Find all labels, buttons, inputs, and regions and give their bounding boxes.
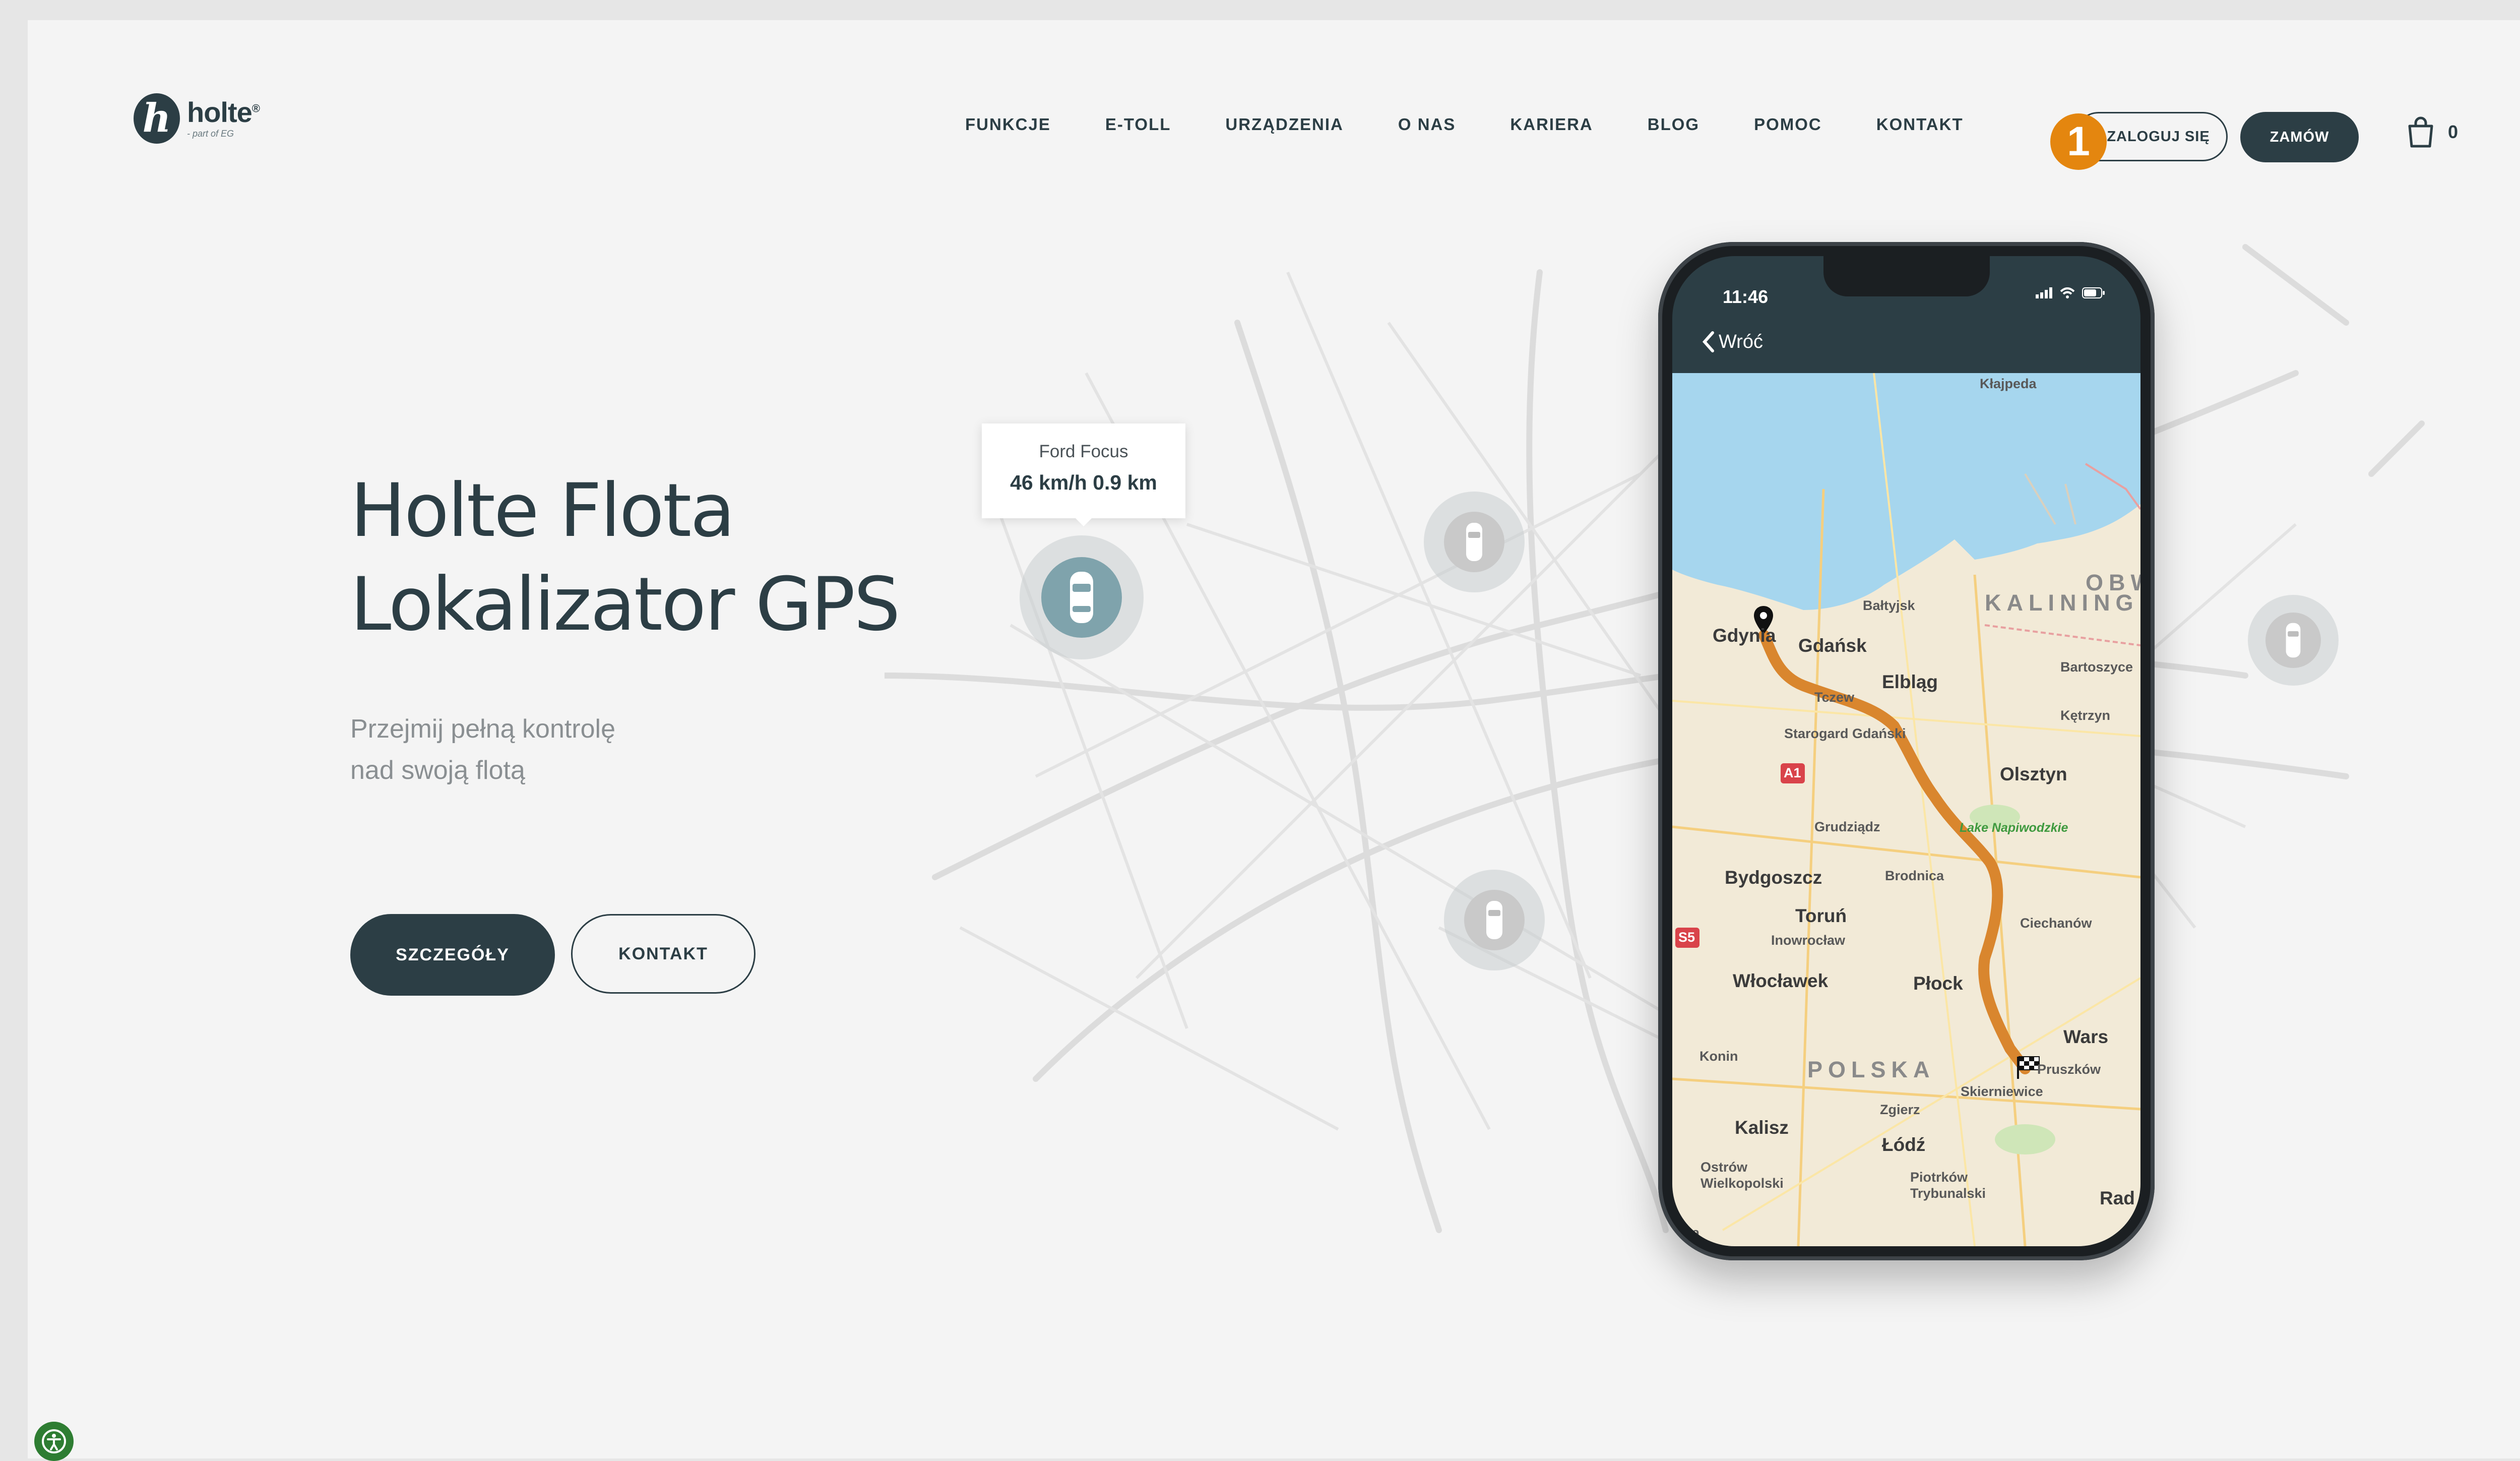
- map-label-brodnica: Brodnica: [1885, 868, 1944, 883]
- hero-title: Holte Flota Lokalizator GPS: [350, 464, 901, 651]
- map-label-s5: S5: [1678, 930, 1695, 945]
- nav-blog[interactable]: BLOG: [1648, 115, 1699, 134]
- map-label-lodz: Łódź: [1882, 1134, 1926, 1155]
- nav-kontakt[interactable]: KONTAKT: [1876, 115, 1964, 134]
- map-label-inowroclaw: Inowrocław: [1771, 933, 1846, 948]
- car-pin[interactable]: [1444, 870, 1545, 970]
- map-label-kalisz: Kalisz: [1735, 1117, 1789, 1138]
- map-label-gdansk: Gdańsk: [1798, 635, 1867, 656]
- tooltip-speed-distance: 46 km/h 0.9 km: [1010, 471, 1157, 494]
- nav-o-nas[interactable]: O NAS: [1398, 115, 1456, 134]
- accessibility-icon: [42, 1429, 66, 1453]
- cart-button[interactable]: 0: [2407, 116, 2458, 148]
- car-icon: [1486, 901, 1502, 939]
- map-label-wloclawek: Włocławek: [1733, 970, 1829, 991]
- details-button[interactable]: SZCZEGÓŁY: [350, 914, 555, 996]
- signal-icon: [2036, 287, 2052, 298]
- page: h holte® - part of EG FUNKCJE E-TOLL URZ…: [28, 20, 2520, 1458]
- map-label-klajpeda: Kłajpeda: [1980, 376, 2037, 391]
- phone-mockup: 11:46 Wróć Kłajpeda OB KALINING Bałtyjsk…: [1658, 242, 2155, 1260]
- nav-funkcje[interactable]: FUNKCJE: [965, 115, 1051, 134]
- map-label-bartoszyce: Bartoszyce: [2060, 659, 2133, 675]
- car-pin[interactable]: [2248, 595, 2339, 686]
- map-label-trybunalski: Trybunalski: [1910, 1186, 1986, 1201]
- holte-logo[interactable]: h holte® - part of EG: [134, 88, 260, 149]
- wifi-icon: [2060, 287, 2075, 298]
- car-icon: [2286, 623, 2301, 658]
- map-label-polska: POLSKA: [1807, 1057, 1935, 1082]
- map-label-wars: Wars: [2063, 1026, 2109, 1047]
- map-label-plock: Płock: [1913, 973, 1963, 994]
- status-time: 11:46: [1723, 286, 1769, 307]
- map-label-lake: Lake Napiwodzkie: [1960, 821, 2068, 835]
- map-label-kalining: KALINING: [1985, 590, 2139, 616]
- phone-notch: [1823, 256, 1990, 296]
- nav-urzadzenia[interactable]: URZĄDZENIA: [1225, 115, 1343, 134]
- hero-subtitle-line-2: nad swoją flotą: [350, 756, 525, 785]
- accessibility-button[interactable]: [34, 1422, 74, 1461]
- contact-button[interactable]: KONTAKT: [571, 914, 755, 994]
- hero-subtitle-line-1: Przejmij pełną kontrolę: [350, 714, 616, 744]
- back-button[interactable]: Wróć: [1702, 331, 1763, 353]
- map-label-starogard: Starogard Gdański: [1784, 726, 1906, 741]
- map-label-konin: Konin: [1699, 1049, 1738, 1064]
- chevron-left-icon: [1702, 331, 1714, 352]
- map-label-grudziadz: Grudziądz: [1814, 819, 1880, 834]
- nav-e-toll[interactable]: E-TOLL: [1105, 115, 1171, 134]
- car-icon: [1070, 572, 1093, 623]
- map-label-rad: Rad: [2100, 1188, 2135, 1208]
- map-label-olsztyn: Olsztyn: [2000, 764, 2067, 784]
- car-icon: [1466, 523, 1482, 561]
- cart-count: 0: [2448, 121, 2459, 142]
- map-label-pruszkow: Pruszków: [2037, 1062, 2101, 1077]
- map-label-wielkopolski: Wielkopolski: [1700, 1176, 1784, 1191]
- map-label-ketrzyn: Kętrzyn: [2060, 708, 2111, 723]
- order-button[interactable]: ZAMÓW: [2240, 112, 2359, 162]
- car-pin-active[interactable]: [1020, 535, 1144, 659]
- nav-kariera[interactable]: KARIERA: [1510, 115, 1593, 134]
- phone-screen: 11:46 Wróć Kłajpeda OB KALINING Bałtyjsk…: [1672, 256, 2140, 1246]
- map-label-piotrkow: Piotrków: [1910, 1170, 1968, 1185]
- tooltip-vehicle-name: Ford Focus: [1039, 442, 1128, 461]
- car-pin[interactable]: [1424, 492, 1525, 592]
- map-label-nica: nica: [1672, 1225, 1700, 1240]
- back-label: Wróć: [1719, 331, 1763, 352]
- main-nav: FUNKCJE E-TOLL URZĄDZENIA O NAS KARIERA …: [965, 115, 2018, 134]
- status-icons: [2036, 287, 2105, 298]
- map-label-a1: A1: [1784, 765, 1801, 780]
- battery-icon: [2082, 287, 2105, 298]
- holte-logo-icon: h: [134, 93, 180, 144]
- map-label-baltyjsk: Bałtyjsk: [1863, 598, 1915, 613]
- logo-word: holte®: [187, 96, 260, 128]
- map-label-zgierz: Zgierz: [1880, 1102, 1920, 1117]
- vehicle-tooltip: Ford Focus 46 km/h 0.9 km: [982, 423, 1185, 526]
- map-label-ciechanow: Ciechanów: [2020, 916, 2092, 931]
- route-map[interactable]: Kłajpeda OBW KALINING Bałtyjsk Gdynia Gd…: [1672, 373, 2140, 1246]
- map-label-elblag: Elbląg: [1882, 672, 1938, 692]
- map-label-skierniewice: Skierniewice: [1961, 1084, 2043, 1099]
- map-label-tczew: Tczew: [1814, 690, 1855, 705]
- hero-title-line-2: Lokalizator GPS: [350, 562, 901, 647]
- map-label-gdynia: Gdynia: [1713, 625, 1776, 646]
- step-marker-badge: 1: [2050, 113, 2107, 170]
- map-label-ostrow: Ostrów: [1700, 1160, 1748, 1175]
- nav-pomoc[interactable]: POMOC: [1754, 115, 1822, 134]
- logo-tagline: - part of EG: [187, 128, 234, 139]
- hero-subtitle: Przejmij pełną kontrolę nad swoją flotą: [350, 708, 615, 791]
- map-label-bydgoszcz: Bydgoszcz: [1725, 867, 1822, 888]
- hero-title-line-1: Holte Flota: [350, 468, 735, 554]
- cart-icon: [2408, 116, 2433, 148]
- map-label-torun: Toruń: [1795, 905, 1847, 926]
